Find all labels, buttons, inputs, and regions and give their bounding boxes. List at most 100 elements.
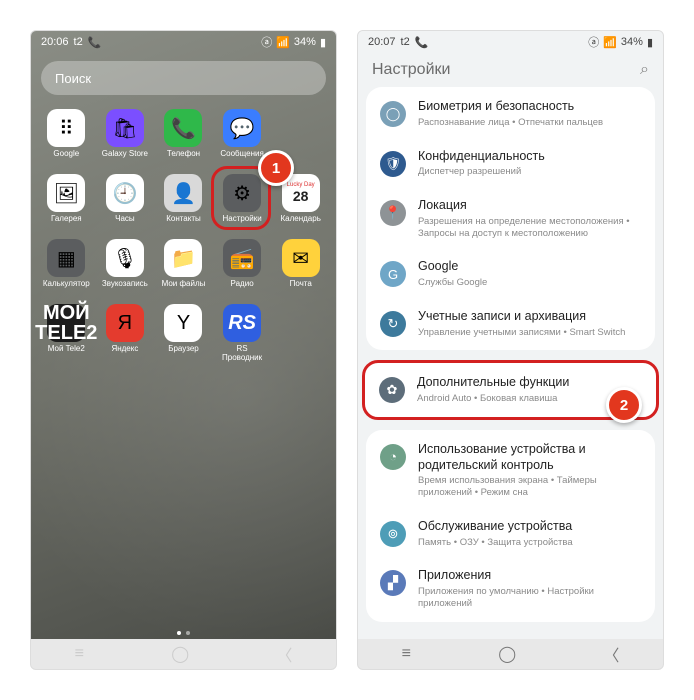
settings-row-биометрия[interactable]: ◯Биометрия и безопасностьРаспознавание л… (366, 89, 655, 139)
app-label: Календарь (280, 215, 320, 233)
app-icon: 📞 (164, 109, 202, 147)
app-label: Мои файлы (162, 280, 206, 298)
settings-list: ◯Биометрия и безопасностьРаспознавание л… (358, 87, 663, 639)
app-label: Яндекс (111, 345, 138, 363)
row-title: Использование устройства и родительский … (418, 442, 641, 473)
search-icon[interactable]: ⌕ (640, 61, 649, 79)
app-icon: 🖼 (47, 174, 85, 212)
row-icon: ▞ (380, 570, 406, 596)
app-icon: 🕘 (106, 174, 144, 212)
app-label: Радио (231, 280, 254, 298)
nav-home-icon[interactable]: ◯ (171, 644, 189, 664)
settings-row-локация[interactable]: 📍 Локация Разрешения на определение местоп… (366, 188, 655, 249)
row-icon: ↻ (380, 311, 406, 337)
app-rs\nпроводник[interactable]: RS RS Проводник (215, 304, 270, 363)
app-label: Настройки (222, 215, 261, 233)
row-title: Дополнительные функции (417, 375, 642, 391)
page-title: Настройки (372, 61, 450, 79)
row-icon: 🛡 (380, 151, 406, 177)
app-label: Калькулятор (43, 280, 90, 298)
app-label: Google (53, 150, 79, 168)
row-subtitle: Приложения по умолчанию • Настройки прил… (418, 586, 641, 610)
nav-back-icon[interactable]: 〈 (276, 642, 292, 666)
app-мой-tele2[interactable]: МОЙ TELE2 Мой Tele2 (39, 304, 94, 363)
app-icon: ⚙ (223, 174, 261, 212)
app-контакты[interactable]: 👤Контакты (156, 174, 211, 233)
row-subtitle: Разрешения на определение местоположения… (418, 216, 641, 240)
row-title: Конфиденциальность (418, 149, 641, 165)
app-label: Телефон (167, 150, 200, 168)
app-label: Galaxy Store (102, 150, 148, 168)
app-калькулятор[interactable]: ▦ Калькулятор (39, 239, 94, 298)
callout-1: 1 (258, 150, 294, 186)
app-icon: 📁 (164, 239, 202, 277)
settings-card: ◯Биометрия и безопасностьРаспознавание л… (366, 87, 655, 350)
app-galaxy-store[interactable]: 🛍Galaxy Store (98, 109, 153, 168)
app-icon: 📻 (223, 239, 261, 277)
nav-back-icon[interactable]: 〈 (603, 642, 619, 666)
app-label: Галерея (51, 215, 82, 233)
app-icon: ⠿ (47, 109, 85, 147)
row-title: Учетные записи и архивация (418, 309, 641, 325)
app-icon: 🎙 (106, 239, 144, 277)
row-subtitle: Управление учетными записями • Smart Swi… (418, 327, 641, 339)
app-звукозапись[interactable]: 🎙 Звукозапись (98, 239, 153, 298)
app-label: Почта (290, 280, 312, 298)
app-google[interactable]: ⠿ Google (39, 109, 94, 168)
app-яндекс[interactable]: Я Яндекс (98, 304, 153, 363)
row-subtitle: Время использования экрана • Таймеры при… (418, 475, 641, 499)
nav-recent-icon[interactable]: ≡ (75, 645, 84, 663)
app-icon: Я (106, 304, 144, 342)
app-label: Контакты (166, 215, 201, 233)
row-title: Локация (418, 198, 641, 214)
app-grid: ⠿Google🛍Galaxy Store📞Телефон💬Сообщения🖼Г… (31, 103, 336, 369)
app-icon: МОЙ TELE2 (47, 304, 85, 342)
app-почта[interactable]: ✉ Почта (273, 239, 328, 298)
row-title: Google (418, 259, 641, 275)
app-мои-файлы[interactable]: 📁 Мои файлы (156, 239, 211, 298)
app-часы[interactable]: 🕘 Часы (98, 174, 153, 233)
row-icon: ◔ (380, 444, 406, 470)
app-icon: RS (223, 304, 261, 342)
row-title: Обслуживание устройства (418, 519, 641, 535)
settings-row-обслуживание[interactable]: ⊚ Обслуживание устройства Память • ОЗУ • З… (366, 509, 655, 559)
settings-header: Настройки ⌕ (358, 53, 663, 87)
page-dots (31, 627, 336, 639)
app-icon: ▦ (47, 239, 85, 277)
callout-2: 2 (606, 387, 642, 423)
row-icon: ⊚ (380, 521, 406, 547)
row-icon: ◯ (380, 101, 406, 127)
nav-recent-icon[interactable]: ≡ (402, 645, 411, 663)
row-subtitle: Диспетчер разрешений (418, 166, 641, 178)
app-браузер[interactable]: YБраузер (156, 304, 211, 363)
app-label: RS Проводник (222, 345, 262, 363)
row-icon: ✿ (379, 377, 405, 403)
row-subtitle: Память • ОЗУ • Защита устройства (418, 537, 641, 549)
nav-bar: ≡ ◯ 〈 (31, 639, 336, 669)
app-радио[interactable]: 📻 Радио (215, 239, 270, 298)
status-bar: 20:07 t2 📞 ⓐ📶34%▮ (358, 31, 663, 53)
right-phone-settings: 20:07 t2 📞 ⓐ📶34%▮ Настройки ⌕ ◯ Биометрия… (357, 30, 664, 670)
app-icon: Y (164, 304, 202, 342)
settings-row-google[interactable]: GGoogleСлужбы Google (366, 249, 655, 299)
settings-card: ◔ Использование устройства и родительский… (366, 430, 655, 622)
left-phone-home: 20:06 t2 📞 ⓐ📶34%▮ Поиск ⠿Google🛍Galaxy S… (30, 30, 337, 670)
settings-row-конфиденциальность[interactable]: 🛡 КонфиденциальностьДиспетчер разрешений (366, 139, 655, 189)
settings-row-учетные[interactable]: ↻ Учетные записи и архивация Управление уч… (366, 299, 655, 349)
app-icon: 💬 (223, 109, 261, 147)
app-настройки[interactable]: ⚙ Настройки (215, 174, 270, 233)
app-icon: ✉ (282, 239, 320, 277)
clock: 20:07 (368, 36, 396, 48)
nav-bar: ≡ ◯ 〈 (358, 639, 663, 669)
app-label: Часы (115, 215, 135, 233)
row-title: Биометрия и безопасность (418, 99, 641, 115)
app-label: Звукозапись (102, 280, 148, 298)
row-subtitle: Службы Google (418, 277, 641, 289)
settings-row-приложения[interactable]: ▞ПриложенияПриложения по умолчанию • Нас… (366, 558, 655, 619)
app-галерея[interactable]: 🖼 Галерея (39, 174, 94, 233)
settings-row-использование[interactable]: ◔ Использование устройства и родительский… (366, 432, 655, 509)
row-icon: 📍 (380, 200, 406, 226)
nav-home-icon[interactable]: ◯ (498, 644, 516, 664)
app-label: Мой Tele2 (48, 345, 85, 363)
app-телефон[interactable]: 📞 Телефон (156, 109, 211, 168)
